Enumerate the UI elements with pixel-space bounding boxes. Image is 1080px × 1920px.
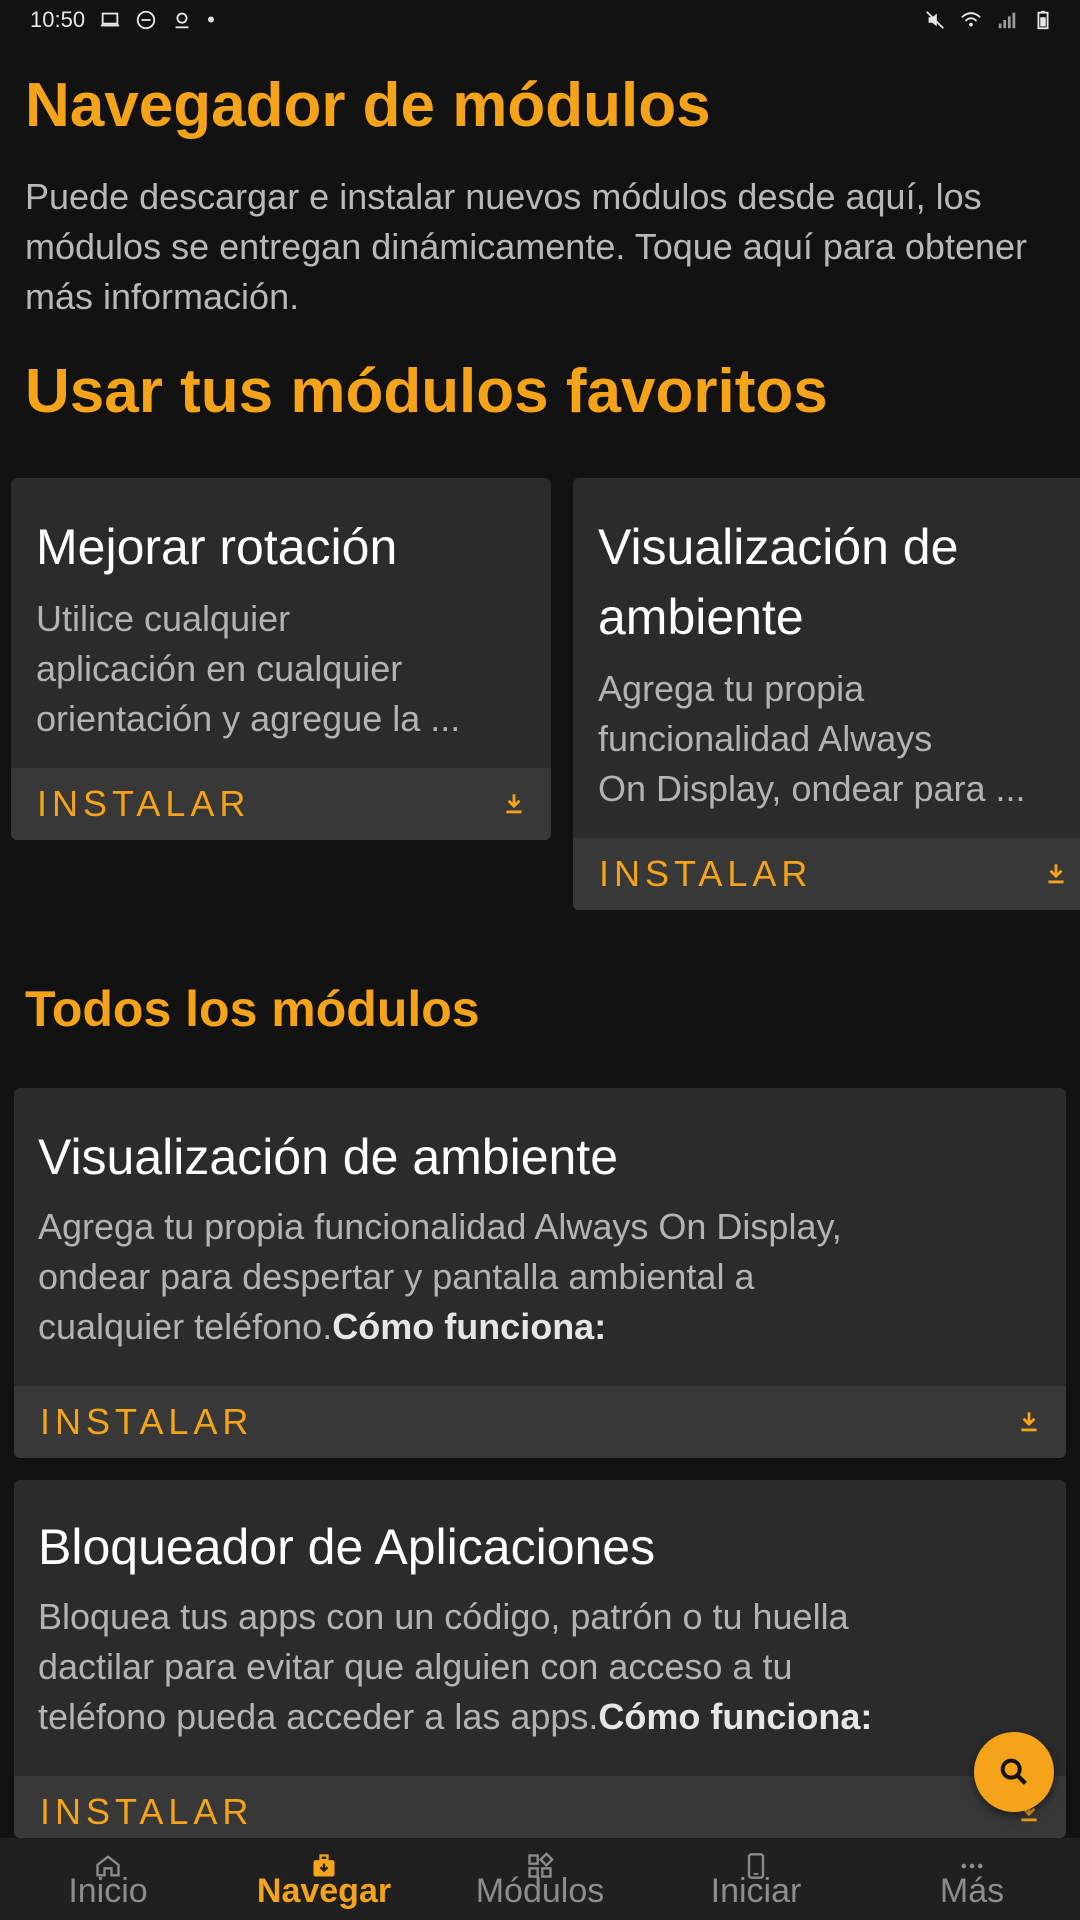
- card-desc-line: Agrega tu propia funcionalidad Always On…: [38, 1206, 842, 1247]
- how-it-works-link[interactable]: Cómo funciona:: [598, 1696, 872, 1737]
- nav-label: Módulos: [475, 1872, 605, 1910]
- screen: 10:50 • Navegador de módulos Puede desca…: [0, 0, 1080, 1920]
- card-desc-line: ondear para despertar y pantalla ambient…: [38, 1256, 755, 1297]
- card-title: Bloqueador de Aplicaciones: [38, 1519, 656, 1575]
- nav-item-inicio[interactable]: Inicio: [0, 1838, 216, 1920]
- card-title-line: ambiente: [598, 589, 804, 645]
- card-desc-text: cualquier teléfono.: [38, 1306, 333, 1347]
- card-desc-line: orientación y agregue la ...: [36, 698, 461, 739]
- install-button-label: INSTALAR: [599, 853, 813, 894]
- nav-label: Inicio: [68, 1872, 148, 1910]
- install-button[interactable]: INSTALAR: [14, 1386, 1066, 1458]
- nav-label: Navegar: [256, 1872, 392, 1910]
- install-button[interactable]: INSTALAR: [573, 838, 1080, 910]
- nav-item-navegar[interactable]: Navegar: [216, 1838, 432, 1920]
- nav-label: Más: [939, 1872, 1005, 1910]
- wifi-icon: [960, 9, 982, 31]
- favorite-card-mejorar-rotacion[interactable]: Mejorar rotación Utilice cualquier aplic…: [11, 478, 551, 840]
- favorite-card-visualizacion-de-ambiente[interactable]: Visualización de ambiente Agrega tu prop…: [573, 478, 1080, 910]
- card-desc-text: teléfono pueda acceder a las apps.: [38, 1696, 599, 1737]
- intro-info-link[interactable]: Puede descargar e instalar nuevos módulo…: [25, 172, 1035, 322]
- status-time: 10:50: [30, 7, 86, 32]
- nav-item-modulos[interactable]: Módulos: [432, 1838, 648, 1920]
- card-desc-line: Agrega tu propia: [598, 668, 865, 709]
- location-icon: [171, 9, 193, 31]
- card-title: Mejorar rotación: [36, 519, 398, 575]
- card-desc-line: dactilar para evitar que alguien con acc…: [38, 1646, 793, 1687]
- install-button-label: INSTALAR: [40, 1791, 254, 1832]
- status-bar-left: 10:50 •: [30, 7, 215, 33]
- all-modules-heading: Todos los módulos: [25, 981, 480, 1037]
- module-card-visualizacion-de-ambiente[interactable]: Visualización de ambiente Agrega tu prop…: [14, 1088, 1066, 1458]
- nav-item-mas[interactable]: Más: [864, 1838, 1080, 1920]
- signal-icon: [996, 9, 1018, 31]
- card-desc-line: Bloquea tus apps con un código, patrón o…: [38, 1596, 849, 1637]
- page-title: Navegador de módulos: [25, 71, 711, 140]
- card-desc-line: On Display, ondear para ...: [598, 768, 1026, 809]
- card-desc-line: cualquier teléfono.Cómo funciona:: [38, 1302, 606, 1352]
- install-button[interactable]: INSTALAR: [14, 1776, 1066, 1838]
- download-icon: [1043, 861, 1069, 887]
- search-fab-button[interactable]: [974, 1732, 1054, 1812]
- card-title-line: Visualización de: [598, 519, 959, 575]
- mute-icon: [924, 9, 946, 31]
- do-not-disturb-icon: [135, 9, 157, 31]
- status-dot: •: [207, 7, 215, 32]
- install-button-label: INSTALAR: [37, 783, 251, 824]
- how-it-works-link[interactable]: Cómo funciona:: [332, 1306, 606, 1347]
- nav-item-iniciar[interactable]: Iniciar: [648, 1838, 864, 1920]
- card-desc-line: teléfono pueda acceder a las apps.Cómo f…: [38, 1692, 872, 1742]
- laptop-icon: [99, 9, 121, 31]
- card-desc-line: funcionalidad Always: [598, 718, 933, 759]
- battery-icon: [1032, 9, 1054, 31]
- card-desc-line: aplicación en cualquier: [36, 648, 403, 689]
- search-icon: [997, 1755, 1031, 1789]
- install-button[interactable]: INSTALAR: [11, 768, 551, 840]
- card-title: Visualización de ambiente: [38, 1129, 619, 1185]
- module-card-bloqueador-de-aplicaciones[interactable]: Bloqueador de Aplicaciones Bloquea tus a…: [14, 1480, 1066, 1838]
- nav-label: Iniciar: [710, 1872, 802, 1910]
- status-bar-right: [924, 9, 1054, 31]
- card-desc-line: Utilice cualquier: [36, 598, 291, 639]
- favorites-heading: Usar tus módulos favoritos: [25, 357, 828, 426]
- download-icon: [1016, 1409, 1042, 1435]
- bottom-navigation: Inicio Navegar Módulos Iniciar Más: [0, 1838, 1080, 1920]
- download-icon: [501, 791, 527, 817]
- install-button-label: INSTALAR: [40, 1401, 254, 1442]
- status-bar: 10:50 •: [0, 0, 1080, 40]
